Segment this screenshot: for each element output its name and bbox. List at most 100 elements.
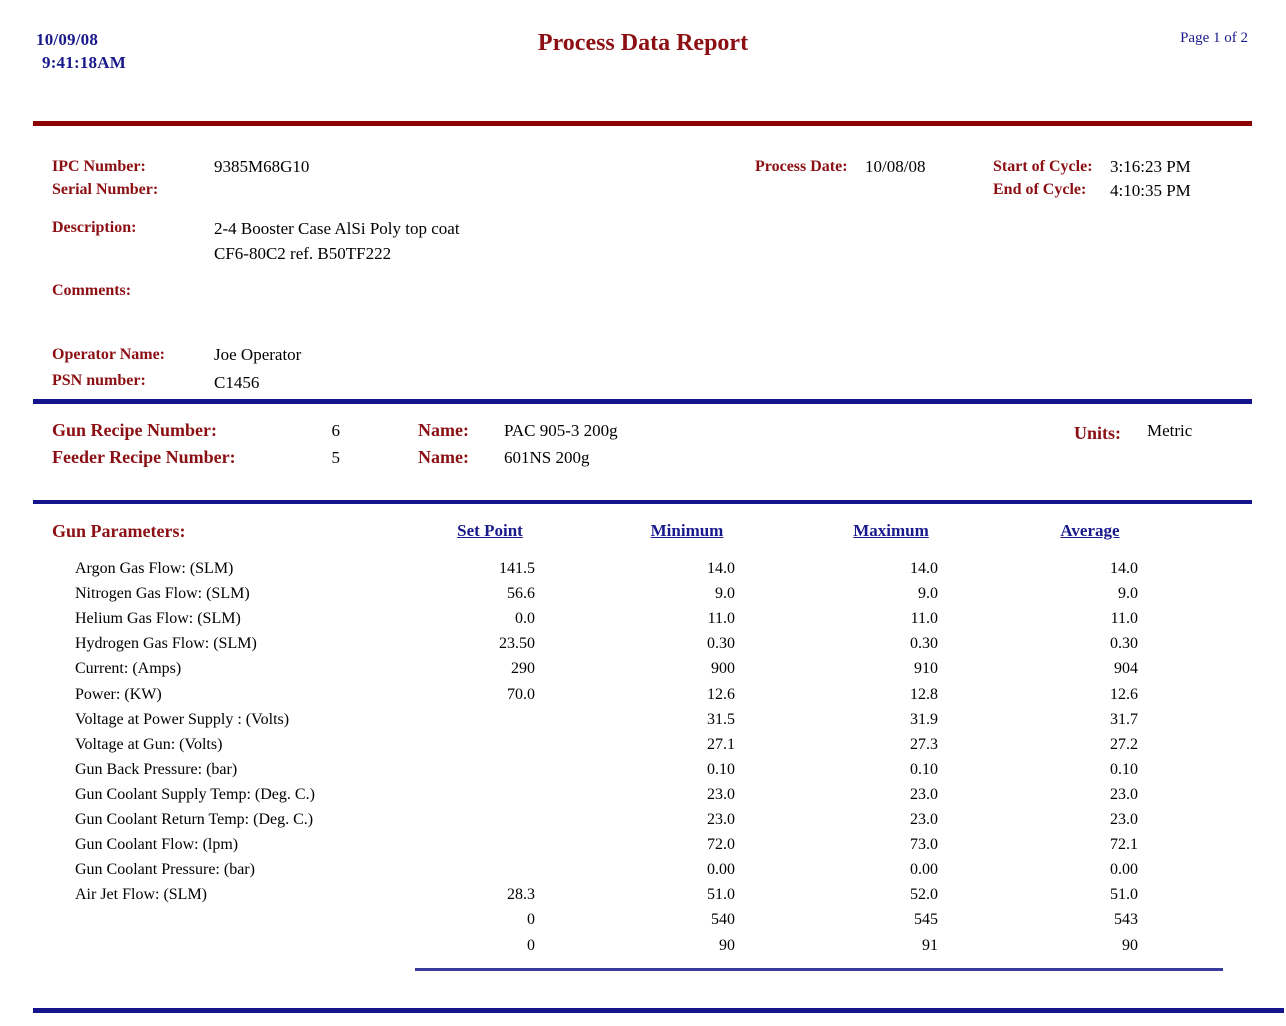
footer-divider	[33, 1008, 1284, 1013]
parameter-set-point-value: 0	[527, 937, 535, 954]
parameter-average-value: 0.30	[1110, 635, 1138, 652]
start-of-cycle-label: Start of Cycle:	[993, 158, 1093, 175]
parameter-maximum-value: 12.8	[910, 686, 938, 703]
report-page: 10/09/08 9:41:18AM Process Data Report P…	[0, 0, 1286, 1026]
parameter-maximum-value: 52.0	[910, 886, 938, 903]
parameter-name: Gun Back Pressure: (bar)	[75, 761, 238, 778]
description-label: Description:	[52, 219, 137, 236]
parameter-minimum-value: 0.30	[707, 635, 735, 652]
units-value: Metric	[1147, 421, 1193, 440]
parameter-minimum-value: 540	[711, 911, 735, 928]
parameter-maximum-value: 23.0	[910, 811, 938, 828]
parameter-maximum-value: 545	[914, 911, 938, 928]
parameter-average-value: 31.7	[1110, 711, 1138, 728]
parameter-name: Gun Coolant Return Temp: (Deg. C.)	[75, 811, 314, 828]
gun-recipe-number-value: 6	[331, 421, 341, 440]
parameter-set-point-value: 0	[527, 911, 535, 928]
operator-name-label: Operator Name:	[52, 346, 165, 363]
parameter-average-value: 0.10	[1110, 761, 1138, 778]
parameter-set-point-value: 141.5	[499, 560, 535, 577]
parameter-set-point-value: 23.50	[499, 635, 535, 652]
ipc-number-value: 9385M68G10	[214, 157, 310, 176]
parameter-name: Nitrogen Gas Flow: (SLM)	[75, 585, 250, 602]
identification-divider	[33, 399, 1252, 404]
comments-label: Comments:	[52, 282, 132, 299]
description-line-1: 2-4 Booster Case AlSi Poly top coat	[214, 219, 460, 238]
parameter-maximum-value: 9.0	[918, 585, 938, 602]
parameter-minimum-value: 31.5	[707, 711, 735, 728]
parameter-set-point-value: 290	[511, 660, 535, 677]
parameter-average-value: 904	[1114, 660, 1138, 677]
parameter-maximum-value: 23.0	[910, 786, 938, 803]
serial-number-label: Serial Number:	[52, 181, 159, 198]
parameter-average-value: 51.0	[1110, 886, 1138, 903]
page-number: Page 1 of 2	[1180, 30, 1248, 46]
parameter-minimum-value: 0.00	[707, 861, 735, 878]
end-of-cycle-value: 4:10:35 PM	[1110, 181, 1191, 200]
parameter-minimum-value: 14.0	[707, 560, 735, 577]
parameter-average-value: 23.0	[1110, 786, 1138, 803]
recipe-divider	[33, 500, 1252, 504]
feeder-recipe-name-value: 601NS 200g	[504, 448, 590, 467]
parameter-minimum-value: 11.0	[707, 610, 735, 627]
column-header-minimum: Minimum	[650, 521, 724, 540]
parameter-name: Voltage at Power Supply : (Volts)	[75, 711, 290, 728]
end-of-cycle-label: End of Cycle:	[993, 181, 1087, 198]
parameter-average-value: 9.0	[1118, 585, 1138, 602]
table-bottom-divider	[415, 968, 1223, 971]
column-header-maximum: Maximum	[853, 521, 929, 540]
column-header-set-point: Set Point	[457, 521, 523, 540]
parameter-minimum-value: 27.1	[707, 736, 735, 753]
gun-recipe-name-label: Name:	[418, 420, 469, 440]
parameter-minimum-value: 23.0	[707, 811, 735, 828]
gun-recipe-number-label: Gun Recipe Number:	[52, 420, 217, 440]
gun-parameters-title: Gun Parameters:	[52, 521, 186, 541]
parameter-maximum-value: 73.0	[910, 836, 938, 853]
parameter-name: Gun Coolant Flow: (lpm)	[75, 836, 239, 853]
feeder-recipe-name-label: Name:	[418, 447, 469, 467]
parameter-set-point-value: 0.0	[515, 610, 535, 627]
parameter-maximum-value: 0.10	[910, 761, 938, 778]
parameter-name: Argon Gas Flow: (SLM)	[75, 560, 234, 577]
parameter-minimum-value: 0.10	[707, 761, 735, 778]
parameter-minimum-value: 900	[711, 660, 735, 677]
parameter-average-value: 12.6	[1110, 686, 1138, 703]
psn-number-value: C1456	[214, 373, 260, 392]
parameter-minimum-value: 9.0	[715, 585, 735, 602]
parameter-average-value: 23.0	[1110, 811, 1138, 828]
parameter-name: Hydrogen Gas Flow: (SLM)	[75, 635, 257, 652]
parameter-minimum-value: 23.0	[707, 786, 735, 803]
parameter-maximum-value: 27.3	[910, 736, 938, 753]
parameter-average-value: 27.2	[1110, 736, 1138, 753]
psn-number-label: PSN number:	[52, 372, 146, 389]
parameter-name: Voltage at Gun: (Volts)	[75, 736, 223, 753]
process-date-label: Process Date:	[755, 158, 848, 175]
start-of-cycle-value: 3:16:23 PM	[1110, 157, 1191, 176]
parameter-set-point-value: 28.3	[507, 886, 535, 903]
parameter-name: Helium Gas Flow: (SLM)	[75, 610, 241, 627]
operator-name-value: Joe Operator	[214, 345, 302, 364]
parameter-minimum-value: 72.0	[707, 836, 735, 853]
parameter-average-value: 14.0	[1110, 560, 1138, 577]
parameter-name: Air Jet Flow: (SLM)	[75, 886, 207, 903]
parameter-maximum-value: 14.0	[910, 560, 938, 577]
parameter-average-value: 543	[1114, 911, 1138, 928]
column-header-average: Average	[1060, 521, 1120, 540]
parameter-maximum-value: 31.9	[910, 711, 938, 728]
parameter-average-value: 90	[1122, 937, 1138, 954]
parameter-average-value: 72.1	[1110, 836, 1138, 853]
feeder-recipe-number-value: 5	[331, 448, 341, 467]
parameter-maximum-value: 0.00	[910, 861, 938, 878]
parameter-set-point-value: 70.0	[507, 686, 535, 703]
parameter-minimum-value: 12.6	[707, 686, 735, 703]
parameter-set-point-value: 56.6	[507, 585, 535, 602]
feeder-recipe-number-label: Feeder Recipe Number:	[52, 447, 236, 467]
description-line-2: CF6-80C2 ref. B50TF222	[214, 244, 392, 263]
parameter-average-value: 11.0	[1110, 610, 1138, 627]
header-divider-red	[33, 121, 1252, 126]
parameter-maximum-value: 11.0	[910, 610, 938, 627]
units-label: Units:	[1074, 423, 1122, 443]
parameter-name: Current: (Amps)	[75, 660, 182, 677]
parameter-name: Gun Coolant Pressure: (bar)	[75, 861, 255, 878]
parameter-name: Gun Coolant Supply Temp: (Deg. C.)	[75, 786, 315, 803]
